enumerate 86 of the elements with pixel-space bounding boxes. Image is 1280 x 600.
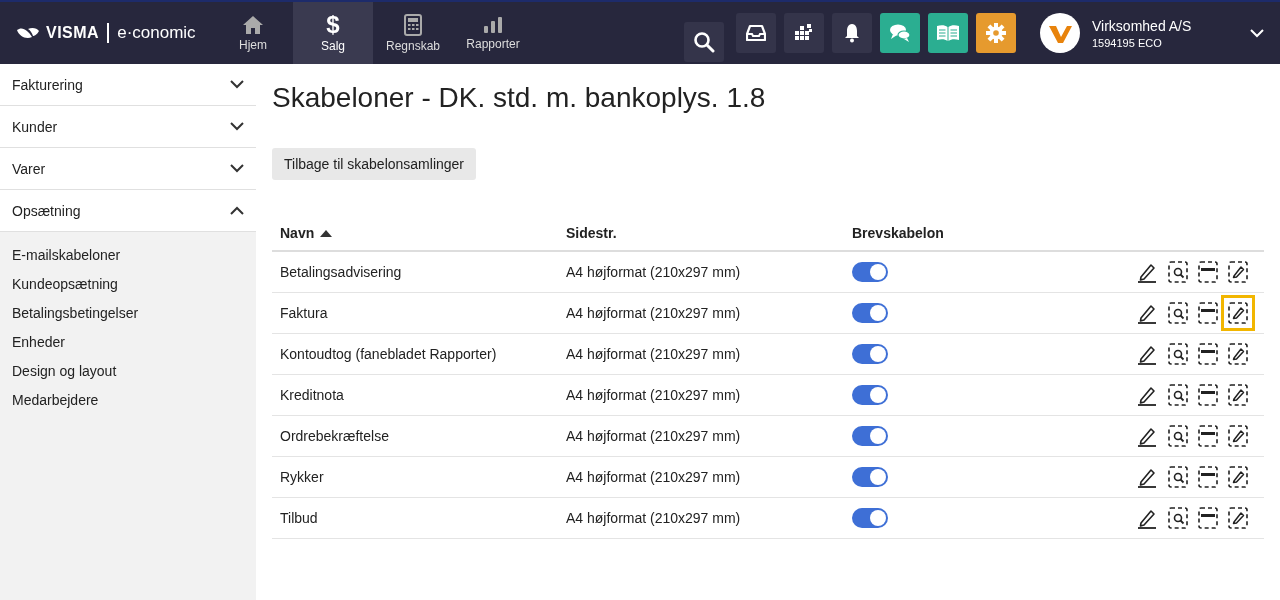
table-cell: Kontoudtog (fanebladet Rapporter) [272, 333, 558, 375]
chat-button[interactable] [880, 13, 920, 53]
header-layout-icon[interactable] [1198, 507, 1218, 529]
header-layout-icon[interactable] [1198, 466, 1218, 488]
toggle-switch[interactable] [852, 303, 888, 323]
sidebar-link[interactable]: Kundeopsætning [0, 269, 130, 298]
search-button[interactable] [684, 22, 724, 62]
sidebar-section[interactable]: Fakturering [0, 64, 256, 106]
sidebar-link[interactable]: Design og layout [0, 356, 129, 385]
preview-icon[interactable] [1168, 302, 1188, 324]
table-cell: A4 højformat (210x297 mm) [558, 415, 844, 457]
logo-brand: VISMA [46, 24, 100, 42]
table-cell: A4 højformat (210x297 mm) [558, 456, 844, 498]
table-cell: Rykker [272, 456, 558, 498]
table-cell: Ordrebekræftelse [272, 415, 558, 457]
company-logo-icon [1040, 13, 1080, 53]
table-cell: A4 højformat (210x297 mm) [558, 497, 844, 539]
header-layout-icon[interactable] [1198, 343, 1218, 365]
settings-icon [986, 23, 1006, 43]
blocks-icon [795, 24, 813, 42]
column-header[interactable]: Brevskabelon [844, 216, 1030, 251]
edit-document-icon[interactable] [1221, 295, 1255, 331]
edit-pencil-icon[interactable] [1136, 261, 1158, 283]
search-icon [693, 31, 715, 53]
edit-pencil-icon[interactable] [1136, 425, 1158, 447]
bell-icon [844, 23, 860, 43]
edit-pencil-icon[interactable] [1136, 384, 1158, 406]
toggle-switch[interactable] [852, 426, 888, 446]
table-cell: Kreditnota [272, 374, 558, 416]
logo-mark-icon [16, 26, 40, 40]
apps-button[interactable] [784, 13, 824, 53]
table-cell: A4 højformat (210x297 mm) [558, 292, 844, 334]
column-header[interactable]: Navn [272, 216, 558, 251]
nav-tab[interactable]: Regnskab [373, 2, 453, 64]
header-layout-icon[interactable] [1198, 302, 1218, 324]
sidebar-link[interactable]: E-mailskabeloner [0, 240, 133, 269]
dollar-icon: $ [326, 13, 340, 36]
preview-icon[interactable] [1168, 343, 1188, 365]
calculator-icon [404, 13, 422, 36]
inbox-tray-icon [746, 24, 766, 42]
table-cell: A4 højformat (210x297 mm) [558, 374, 844, 416]
logo-product: e·conomic [117, 23, 196, 43]
inbox-button[interactable] [736, 13, 776, 53]
preview-icon[interactable] [1168, 425, 1188, 447]
nav-tab[interactable]: Rapporter [453, 2, 533, 64]
edit-pencil-icon[interactable] [1136, 302, 1158, 324]
book-button[interactable] [928, 13, 968, 53]
preview-icon[interactable] [1168, 507, 1188, 529]
toggle-switch[interactable] [852, 508, 888, 528]
bar-chart-icon [483, 15, 503, 34]
table-cell: Betalingsadvisering [272, 251, 558, 293]
header-layout-icon[interactable] [1198, 261, 1218, 283]
table-cell: A4 højformat (210x297 mm) [558, 333, 844, 375]
chat-bubbles-icon [889, 23, 911, 43]
table-cell: Tilbud [272, 497, 558, 539]
header-layout-icon[interactable] [1198, 384, 1218, 406]
sidebar-link[interactable]: Betalingsbetingelser [0, 298, 151, 327]
column-header[interactable]: Sidestr. [558, 216, 844, 251]
account-name: Virksomhed A/S [1092, 17, 1192, 34]
nav-tab[interactable]: $ Salg [293, 2, 373, 64]
table-cell: A4 højformat (210x297 mm) [558, 251, 844, 293]
sidebar-link[interactable]: Medarbejdere [0, 385, 111, 414]
house-icon [242, 14, 264, 35]
table-cell: Faktura [272, 292, 558, 334]
edit-pencil-icon[interactable] [1136, 507, 1158, 529]
account-number: 1594195 ECO [1092, 36, 1163, 49]
edit-pencil-icon[interactable] [1136, 466, 1158, 488]
chevron-down-icon[interactable] [1250, 28, 1264, 38]
sidebar-section[interactable]: Opsætning [0, 190, 256, 232]
preview-icon[interactable] [1168, 384, 1188, 406]
open-book-icon [936, 24, 960, 42]
nav-tab[interactable]: Hjem [213, 2, 293, 64]
sidebar-section[interactable]: Kunder [0, 106, 256, 148]
edit-pencil-icon[interactable] [1136, 343, 1158, 365]
toggle-switch[interactable] [852, 262, 888, 282]
sidebar-link[interactable]: Enheder [0, 327, 77, 356]
notifications-button[interactable] [832, 13, 872, 53]
preview-icon[interactable] [1168, 261, 1188, 283]
page-title: Skabeloner - DK. std. m. bankoplys. 1.8 [272, 82, 767, 114]
header-layout-icon[interactable] [1198, 425, 1218, 447]
sidebar-section[interactable]: Varer [0, 148, 256, 190]
toggle-switch[interactable] [852, 467, 888, 487]
preview-icon[interactable] [1168, 466, 1188, 488]
back-button[interactable]: Tilbage til skabelonsamlinger [272, 148, 477, 180]
toggle-switch[interactable] [852, 385, 888, 405]
toggle-switch[interactable] [852, 344, 888, 364]
